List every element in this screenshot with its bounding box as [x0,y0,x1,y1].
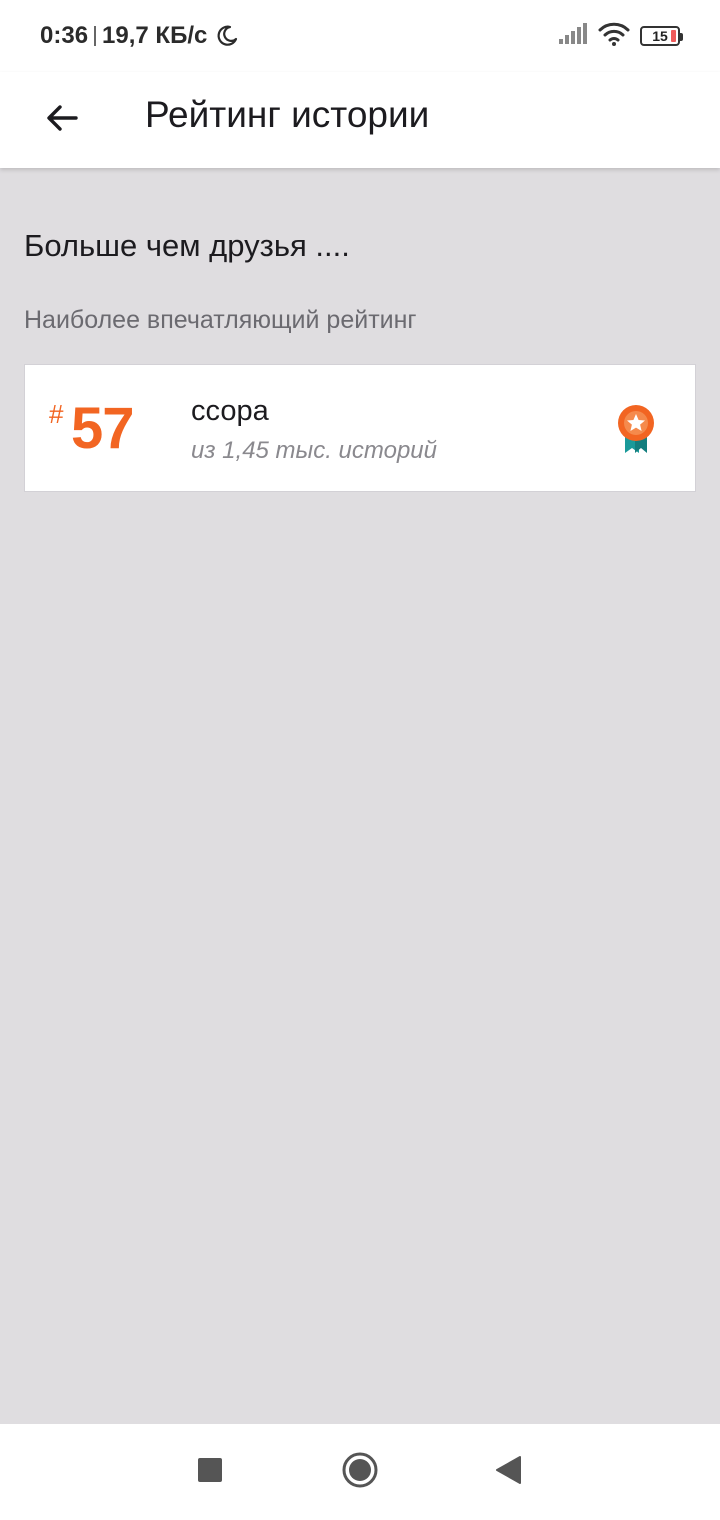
status-left: 0:36 19,7 КБ/с [40,22,239,50]
rank-hash: # [49,399,64,429]
battery-level [671,30,676,42]
system-nav-bar [0,1424,720,1520]
app-bar: Рейтинг истории [0,72,720,168]
status-network-speed: 19,7 КБ/с [102,22,208,49]
rank-category: ссора [191,395,269,427]
status-time: 0:36 [40,22,89,49]
status-separator [94,26,97,46]
back-triangle-icon [494,1455,522,1490]
recents-button[interactable] [186,1448,234,1496]
home-button[interactable] [336,1448,384,1496]
signal-icon [558,22,588,50]
battery-percent: 15 [652,28,668,44]
award-icon [613,403,659,455]
rank-total: из 1,45 тыс. историй [191,437,437,464]
arrow-left-icon [42,98,82,143]
back-button[interactable] [34,92,90,148]
story-title: Больше чем друзья .... [24,228,350,263]
moon-icon [215,24,239,48]
rank-number: 57 [71,396,135,461]
back-nav-button[interactable] [484,1448,532,1496]
status-right: 15 [558,22,683,51]
page-title: Рейтинг истории [145,94,430,135]
home-circle-icon [341,1451,379,1494]
battery-icon: 15 [640,26,683,46]
ranking-card[interactable]: # 57 ссора из 1,45 тыс. историй [24,364,696,492]
recents-square-icon [197,1457,223,1488]
wifi-icon [598,22,630,51]
status-bar: 0:36 19,7 КБ/с 15 [0,0,720,72]
section-subtitle: Наиболее впечатляющий рейтинг [24,306,417,334]
